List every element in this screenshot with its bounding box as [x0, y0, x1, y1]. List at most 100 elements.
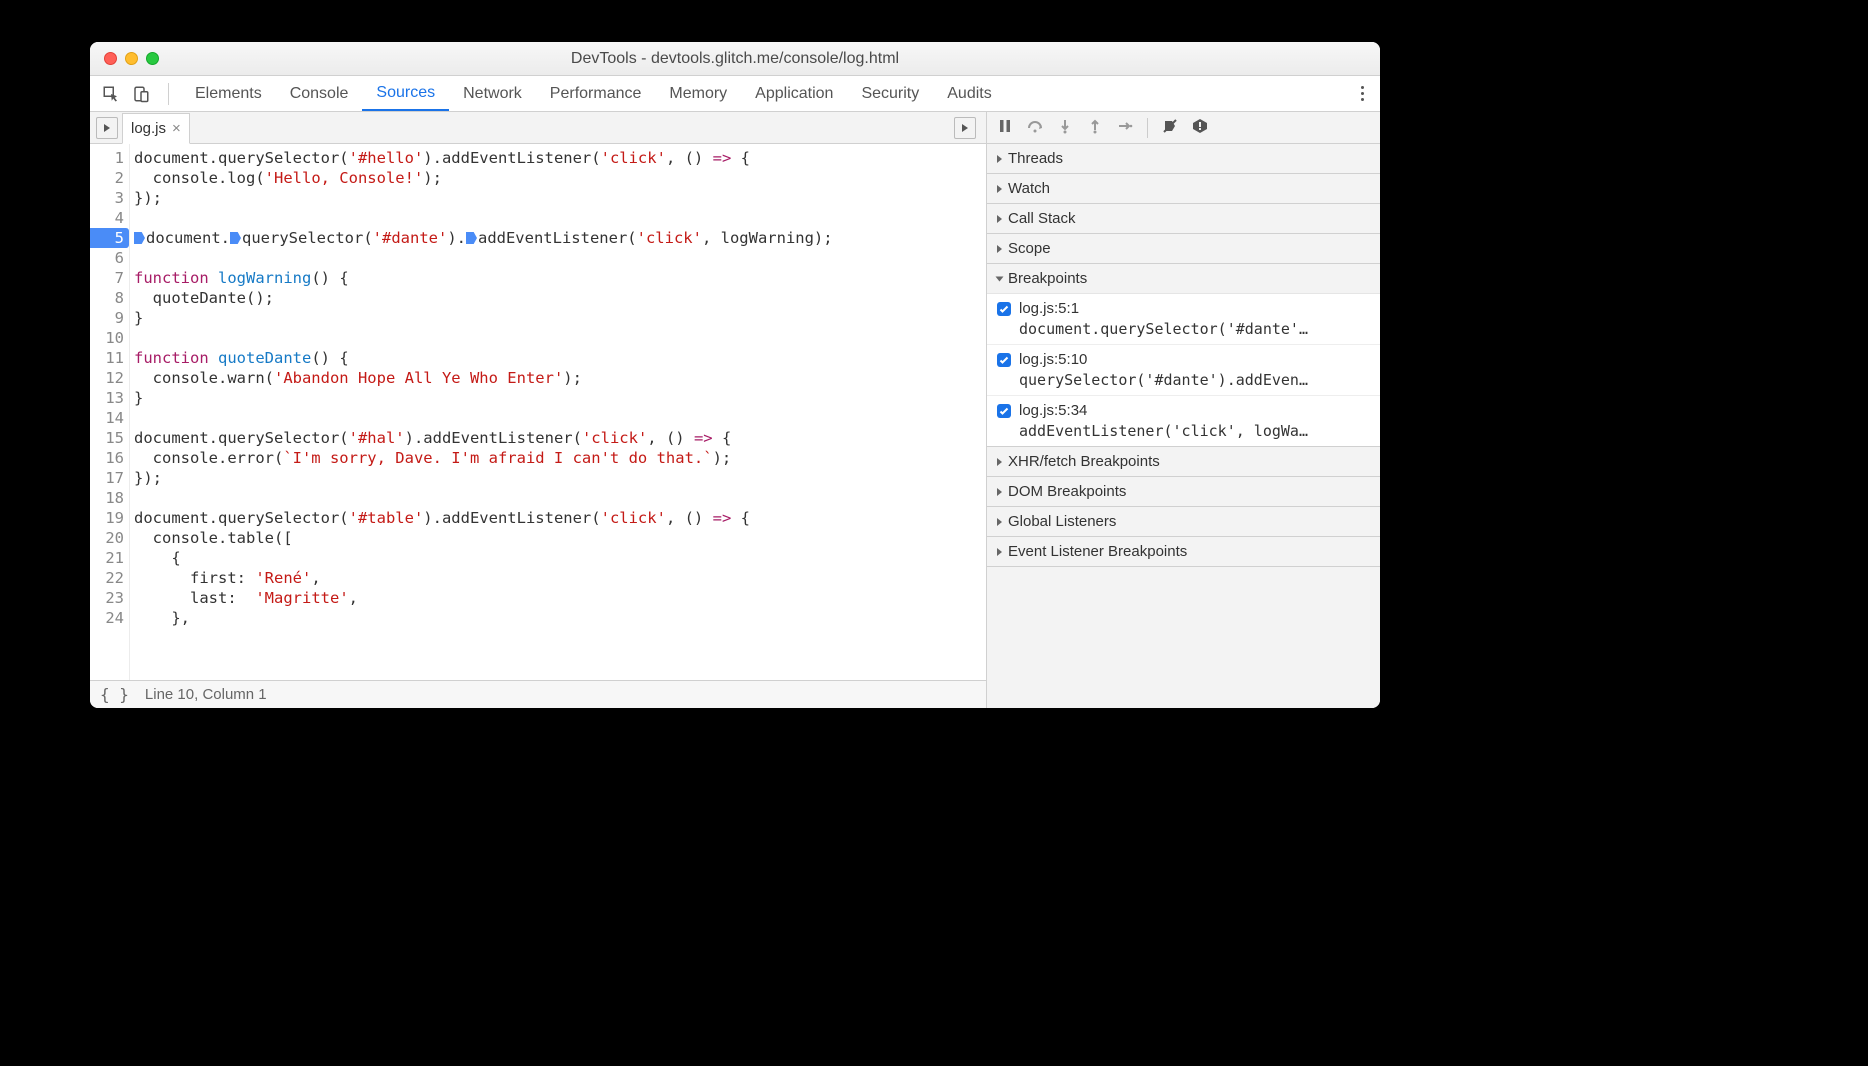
pause-icon[interactable]: [997, 118, 1013, 138]
code-line[interactable]: }: [134, 308, 986, 328]
code-line[interactable]: document.querySelector('#hal').addEventL…: [134, 428, 986, 448]
line-number[interactable]: 5: [90, 228, 129, 248]
close-file-tab-icon[interactable]: ×: [172, 120, 181, 137]
tab-performance[interactable]: Performance: [536, 76, 656, 111]
line-number[interactable]: 6: [90, 248, 129, 268]
line-number[interactable]: 4: [90, 208, 129, 228]
line-number[interactable]: 3: [90, 188, 129, 208]
debugger-toggle-icon[interactable]: [954, 117, 976, 139]
line-number[interactable]: 11: [90, 348, 129, 368]
code-line[interactable]: function logWarning() {: [134, 268, 986, 288]
panel-header[interactable]: Threads: [987, 144, 1380, 173]
panel-call-stack: Call Stack: [987, 204, 1380, 234]
panel-header[interactable]: Call Stack: [987, 204, 1380, 233]
panel-header[interactable]: Scope: [987, 234, 1380, 263]
disclosure-triangle-icon: [997, 155, 1002, 163]
code-line[interactable]: document.querySelector('#table').addEven…: [134, 508, 986, 528]
line-number[interactable]: 18: [90, 488, 129, 508]
code-line[interactable]: [134, 408, 986, 428]
line-number[interactable]: 24: [90, 608, 129, 628]
inspect-element-icon[interactable]: [100, 83, 122, 105]
disclosure-triangle-icon: [997, 488, 1002, 496]
line-number[interactable]: 13: [90, 388, 129, 408]
pause-on-exceptions-icon[interactable]: [1192, 118, 1208, 138]
code-line[interactable]: console.warn('Abandon Hope All Ye Who En…: [134, 368, 986, 388]
code-line[interactable]: [134, 328, 986, 348]
code-line[interactable]: },: [134, 608, 986, 628]
panel-header[interactable]: XHR/fetch Breakpoints: [987, 447, 1380, 476]
disclosure-triangle-icon: [997, 245, 1002, 253]
file-tab-logjs[interactable]: log.js ×: [122, 113, 190, 144]
code-line[interactable]: first: 'René',: [134, 568, 986, 588]
tab-network[interactable]: Network: [449, 76, 536, 111]
step-over-icon[interactable]: [1027, 118, 1043, 138]
step-icon[interactable]: [1117, 118, 1133, 138]
breakpoint-checkbox[interactable]: [997, 302, 1011, 316]
code-line[interactable]: console.table([: [134, 528, 986, 548]
code-line[interactable]: }: [134, 388, 986, 408]
line-number[interactable]: 20: [90, 528, 129, 548]
close-window-button[interactable]: [104, 52, 117, 65]
tab-memory[interactable]: Memory: [655, 76, 741, 111]
navigator-toggle-icon[interactable]: [96, 117, 118, 139]
code-line[interactable]: console.log('Hello, Console!');: [134, 168, 986, 188]
panel-header[interactable]: Global Listeners: [987, 507, 1380, 536]
step-out-icon[interactable]: [1087, 118, 1103, 138]
tab-sources[interactable]: Sources: [362, 76, 449, 111]
line-number[interactable]: 7: [90, 268, 129, 288]
tab-audits[interactable]: Audits: [933, 76, 1005, 111]
line-number[interactable]: 23: [90, 588, 129, 608]
line-number[interactable]: 15: [90, 428, 129, 448]
code-line[interactable]: });: [134, 188, 986, 208]
step-into-icon[interactable]: [1057, 118, 1073, 138]
tab-console[interactable]: Console: [276, 76, 363, 111]
code-line[interactable]: [134, 248, 986, 268]
line-number[interactable]: 22: [90, 568, 129, 588]
maximize-window-button[interactable]: [146, 52, 159, 65]
code-line[interactable]: [134, 488, 986, 508]
line-number[interactable]: 19: [90, 508, 129, 528]
deactivate-breakpoints-icon[interactable]: [1162, 118, 1178, 138]
line-number[interactable]: 14: [90, 408, 129, 428]
code-line[interactable]: last: 'Magritte',: [134, 588, 986, 608]
breakpoint-checkbox[interactable]: [997, 353, 1011, 367]
line-number[interactable]: 8: [90, 288, 129, 308]
code-line[interactable]: [134, 208, 986, 228]
status-bar: { } Line 10, Column 1: [90, 680, 986, 708]
code-line[interactable]: console.error(`I'm sorry, Dave. I'm afra…: [134, 448, 986, 468]
code-editor[interactable]: 123456789101112131415161718192021222324 …: [90, 144, 986, 680]
breakpoints-panel-header[interactable]: Breakpoints: [987, 264, 1380, 293]
pretty-print-icon[interactable]: { }: [100, 685, 129, 704]
line-number[interactable]: 10: [90, 328, 129, 348]
panel-title: Threads: [1008, 150, 1063, 167]
breakpoint-checkbox[interactable]: [997, 404, 1011, 418]
code-line[interactable]: function quoteDante() {: [134, 348, 986, 368]
line-number[interactable]: 17: [90, 468, 129, 488]
tab-elements[interactable]: Elements: [181, 76, 276, 111]
minimize-window-button[interactable]: [125, 52, 138, 65]
breakpoint-item[interactable]: log.js:5:1document.querySelector('#dante…: [987, 294, 1380, 345]
breakpoint-item[interactable]: log.js:5:10querySelector('#dante').addEv…: [987, 345, 1380, 396]
code-line[interactable]: document.querySelector('#hello').addEven…: [134, 148, 986, 168]
debugger-sidebar: ThreadsWatchCall StackScope Breakpoints …: [986, 112, 1380, 708]
line-number[interactable]: 12: [90, 368, 129, 388]
tab-application[interactable]: Application: [741, 76, 847, 111]
device-toggle-icon[interactable]: [130, 83, 152, 105]
panel-header[interactable]: Event Listener Breakpoints: [987, 537, 1380, 566]
breakpoint-item[interactable]: log.js:5:34addEventListener('click', log…: [987, 396, 1380, 446]
more-menu-icon[interactable]: [1355, 80, 1370, 107]
code-line[interactable]: {: [134, 548, 986, 568]
panel-threads: Threads: [987, 144, 1380, 174]
line-number[interactable]: 1: [90, 148, 129, 168]
panel-dom-breakpoints: DOM Breakpoints: [987, 477, 1380, 507]
line-number[interactable]: 16: [90, 448, 129, 468]
line-number[interactable]: 2: [90, 168, 129, 188]
code-line[interactable]: quoteDante();: [134, 288, 986, 308]
tab-security[interactable]: Security: [847, 76, 933, 111]
line-number[interactable]: 21: [90, 548, 129, 568]
code-line[interactable]: });: [134, 468, 986, 488]
panel-header[interactable]: Watch: [987, 174, 1380, 203]
line-number[interactable]: 9: [90, 308, 129, 328]
code-line[interactable]: document.querySelector('#dante').addEven…: [134, 228, 986, 248]
panel-header[interactable]: DOM Breakpoints: [987, 477, 1380, 506]
